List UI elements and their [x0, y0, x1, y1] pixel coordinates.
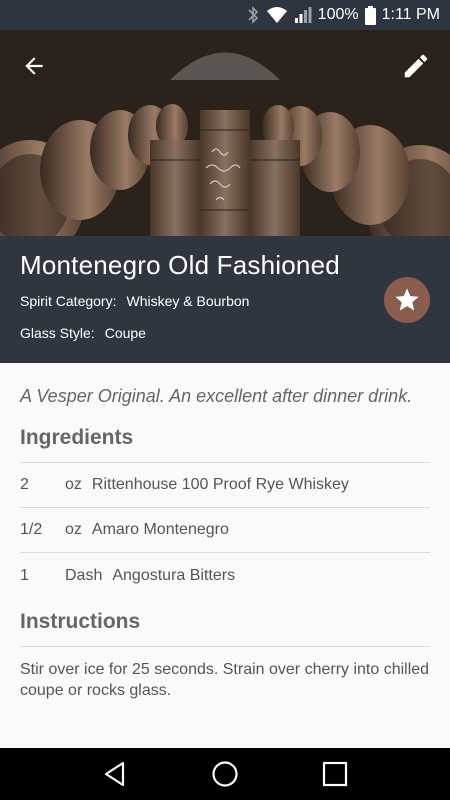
spirit-category-row: Spirit Category: Whiskey & Bourbon	[20, 293, 430, 309]
ingredient-unit: oz	[65, 521, 82, 538]
instructions-text: Stir over ice for 25 seconds. Strain ove…	[20, 661, 430, 699]
ingredient-name: Angostura Bitters	[112, 566, 236, 584]
nav-recents-icon	[322, 761, 348, 787]
battery-percent: 100%	[317, 6, 359, 23]
ingredient-unit: oz	[65, 476, 82, 493]
bluetooth-icon	[246, 6, 260, 24]
favorite-button[interactable]	[384, 277, 430, 323]
system-nav-bar	[0, 748, 450, 800]
arrow-back-icon	[25, 57, 43, 75]
nav-home-button[interactable]	[201, 750, 249, 798]
spirit-category-value: Whiskey & Bourbon	[126, 293, 250, 309]
back-button[interactable]	[14, 46, 54, 86]
hero-image	[0, 30, 450, 236]
glass-style-row: Glass Style: Coupe	[20, 325, 430, 341]
ingredient-unit: Dash	[65, 566, 103, 584]
signal-icon	[294, 6, 312, 24]
ingredients-list: 2 oz Rittenhouse 100 Proof Rye Whiskey 1…	[20, 463, 430, 598]
star-icon	[395, 288, 419, 311]
instructions-heading: Instructions	[20, 610, 430, 647]
ingredient-row: 1/2 oz Amaro Montenegro	[20, 508, 430, 553]
ingredient-name: Rittenhouse 100 Proof Rye Whiskey	[91, 476, 349, 493]
battery-icon	[364, 5, 376, 25]
glass-style-value: Coupe	[104, 325, 146, 341]
edit-button[interactable]	[396, 46, 436, 86]
wifi-icon	[266, 6, 288, 24]
nav-back-icon	[104, 761, 125, 787]
ingredient-name: Amaro Montenegro	[91, 521, 229, 538]
nav-recents-button[interactable]	[311, 750, 359, 798]
drink-details: A Vesper Original. An excellent after di…	[0, 363, 450, 748]
nav-back-button[interactable]	[91, 750, 139, 798]
pencil-icon	[404, 54, 428, 78]
barrel-cellar-image	[0, 30, 450, 236]
ingredient-quantity: 2	[20, 476, 29, 493]
drink-description: A Vesper Original. An excellent after di…	[20, 386, 413, 406]
drink-header: Montenegro Old Fashioned Spirit Category…	[0, 236, 450, 363]
clock: 1:11 PM	[381, 6, 440, 23]
ingredient-row: 1 Dash Angostura Bitters	[20, 553, 430, 598]
ingredients-heading: Ingredients	[20, 426, 430, 463]
nav-home-icon	[212, 761, 238, 787]
ingredient-row: 2 oz Rittenhouse 100 Proof Rye Whiskey	[20, 463, 430, 508]
spirit-category-label: Spirit Category:	[20, 293, 117, 309]
glass-style-label: Glass Style:	[20, 325, 95, 341]
status-bar: 100% 1:11 PM	[0, 0, 450, 30]
drink-title: Montenegro Old Fashioned	[20, 250, 340, 280]
ingredient-quantity: 1/2	[20, 521, 43, 538]
ingredient-quantity: 1	[20, 566, 29, 584]
